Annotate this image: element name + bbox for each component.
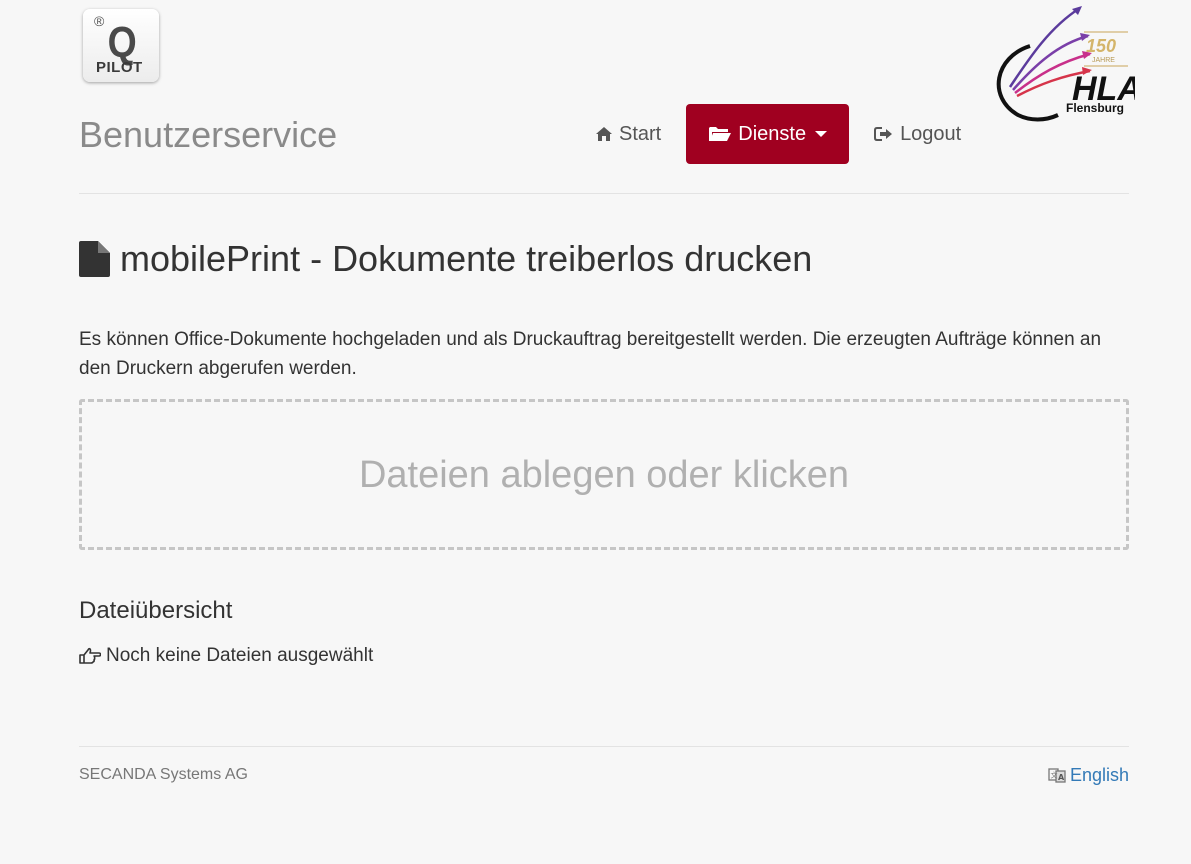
main-nav: Start Dienste Logout: [578, 104, 978, 164]
home-icon: [595, 126, 613, 142]
page: ® Q PILOT 150 JAHRE HLA Flensburg Benutz…: [0, 0, 1191, 864]
nav-dienste-label: Dienste: [738, 122, 807, 145]
footer-company: SECANDA Systems AG: [79, 766, 248, 783]
files-empty-hint: Noch keine Dateien ausgewählt: [79, 643, 373, 669]
svg-text:A: A: [1058, 773, 1065, 782]
files-section-title: Dateiübersicht: [79, 597, 233, 624]
footer-divider: [79, 746, 1129, 747]
hand-pointing-right-icon: [79, 647, 101, 665]
nav-start[interactable]: Start: [578, 104, 678, 164]
folder-open-icon: [708, 125, 732, 143]
hla-logo-anniversary-sub: JAHRE: [1092, 57, 1115, 64]
nav-start-label: Start: [619, 122, 662, 145]
nav-dienste-dropdown[interactable]: Dienste: [686, 104, 850, 164]
nav-logout[interactable]: Logout: [857, 104, 978, 164]
chevron-down-icon: [815, 131, 828, 137]
svg-text:文: 文: [1050, 771, 1057, 780]
file-icon: [79, 241, 110, 277]
language-switch-link[interactable]: 文 A English: [1048, 765, 1129, 785]
qpilot-logo-text: PILOT: [96, 59, 143, 76]
page-title-text: mobilePrint - Dokumente treiberlos druck…: [120, 238, 813, 279]
logout-icon: [874, 126, 894, 142]
hla-logo-anniversary: 150: [1086, 36, 1116, 56]
files-empty-text: Noch keine Dateien ausgewählt: [106, 645, 374, 666]
registered-mark: ®: [94, 13, 105, 29]
page-title: mobilePrint - Dokumente treiberlos druck…: [79, 238, 812, 280]
dropzone-label: Dateien ablegen oder klicken: [358, 454, 850, 496]
translate-icon: 文 A: [1048, 767, 1066, 783]
header-divider: [79, 193, 1129, 194]
description-text: Es können Office-Dokumente hochgeladen u…: [79, 329, 1102, 379]
brand-title[interactable]: Benutzerservice: [79, 114, 337, 156]
file-dropzone[interactable]: Dateien ablegen oder klicken: [79, 399, 1129, 550]
hla-logo: 150 JAHRE HLA Flensburg: [996, 6, 1135, 122]
nav-logout-label: Logout: [900, 122, 962, 145]
qpilot-logo[interactable]: ® Q PILOT: [83, 9, 159, 82]
hla-logo-city: Flensburg: [1066, 101, 1124, 115]
language-switch-label: English: [1069, 765, 1129, 785]
